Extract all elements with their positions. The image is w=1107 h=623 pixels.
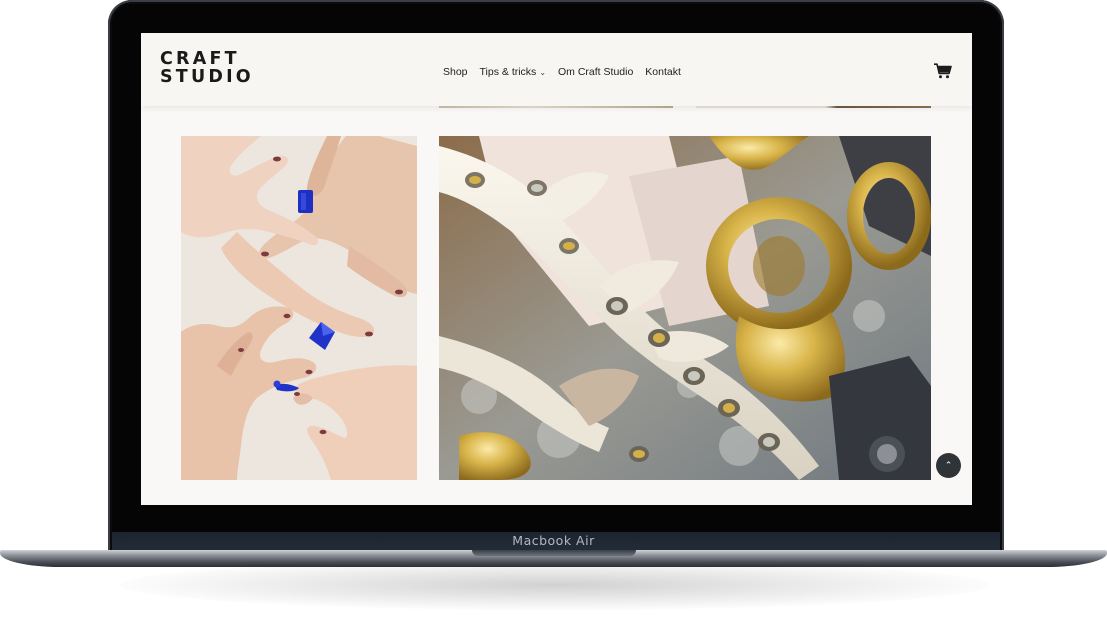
nav-item-about[interactable]: Om Craft Studio (558, 66, 633, 78)
site-logo[interactable]: CRAFT STUDIO (160, 50, 254, 86)
nav-item-contact[interactable]: Kontakt (645, 66, 681, 78)
laptop-notch (472, 550, 636, 556)
cart-icon[interactable] (934, 63, 952, 79)
gallery-image-sculptures[interactable] (439, 136, 931, 480)
nav-label: Om Craft Studio (558, 66, 634, 78)
nav-item-shop[interactable]: Shop (443, 66, 468, 78)
logo-line-studio: STUDIO (160, 67, 254, 87)
hands-photo (181, 136, 417, 480)
nav-label: Tips & tricks (479, 66, 537, 78)
chevron-down-icon: ⌄ (539, 67, 547, 77)
nav-label: Kontakt (645, 66, 681, 78)
main-nav: Shop Tips & tricks ⌄ Om Craft Studio Kon… (443, 66, 681, 78)
sculpture-photo (439, 136, 931, 480)
laptop-shadow (120, 560, 990, 610)
scroll-to-top-button[interactable]: ⌃ (936, 453, 961, 478)
chevron-up-icon: ⌃ (944, 460, 953, 470)
nav-item-tips[interactable]: Tips & tricks ⌄ (480, 66, 546, 78)
logo-line-craft: CRAFT (160, 49, 240, 69)
nav-label: Shop (443, 66, 468, 78)
browser-screen: CRAFT STUDIO Shop Tips & tricks ⌄ Om Cra… (141, 33, 972, 505)
gallery-image-hands[interactable] (181, 136, 417, 480)
site-header: CRAFT STUDIO Shop Tips & tricks ⌄ Om Cra… (141, 33, 972, 106)
device-model-label: Macbook Air (512, 533, 595, 548)
